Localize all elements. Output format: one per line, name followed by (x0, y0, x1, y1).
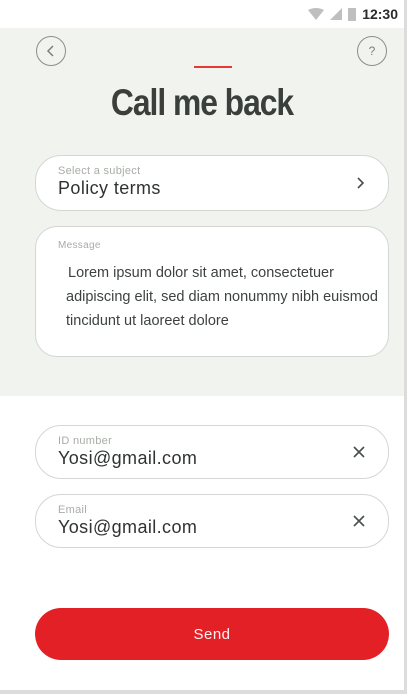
send-button-label: Send (193, 625, 231, 643)
email-field[interactable]: Email Yosi@gmail.com (35, 494, 389, 548)
email-value: Yosi@gmail.com (58, 517, 198, 537)
clock-time: 12:30 (362, 6, 398, 22)
message-text: Lorem ipsum dolor sit amet, consectetuer… (66, 265, 378, 329)
send-button[interactable]: Send (35, 608, 389, 660)
wifi-icon (308, 8, 325, 20)
message-label: Message (58, 240, 101, 251)
help-icon: ? (368, 44, 376, 58)
id-number-value: Yosi@gmail.com (58, 448, 198, 468)
subject-select[interactable]: Select a subject Policy terms (35, 155, 389, 211)
back-chevron-icon (46, 45, 54, 57)
id-number-field[interactable]: ID number Yosi@gmail.com (35, 425, 389, 479)
help-button[interactable]: ? (357, 36, 387, 66)
clear-id-button[interactable] (352, 445, 366, 459)
id-number-label: ID number (58, 435, 113, 447)
subject-label: Select a subject (58, 165, 141, 177)
subject-value: Policy terms (58, 178, 161, 198)
page-title: Call me back (110, 82, 294, 123)
status-icons: 12:30 (308, 6, 398, 22)
back-button[interactable] (36, 36, 66, 66)
chevron-right-icon (357, 177, 365, 189)
email-label: Email (58, 504, 88, 516)
call-me-back-screen: 12:30 ? Call me back Select a subject Po… (0, 0, 404, 690)
clear-email-button[interactable] (352, 514, 366, 528)
battery-icon (348, 8, 357, 21)
cell-signal-icon (330, 8, 343, 20)
title-accent-line (194, 66, 232, 68)
message-textarea[interactable]: Message Lorem ipsum dolor sit amet, cons… (35, 226, 389, 357)
status-bar: 12:30 (0, 0, 404, 28)
